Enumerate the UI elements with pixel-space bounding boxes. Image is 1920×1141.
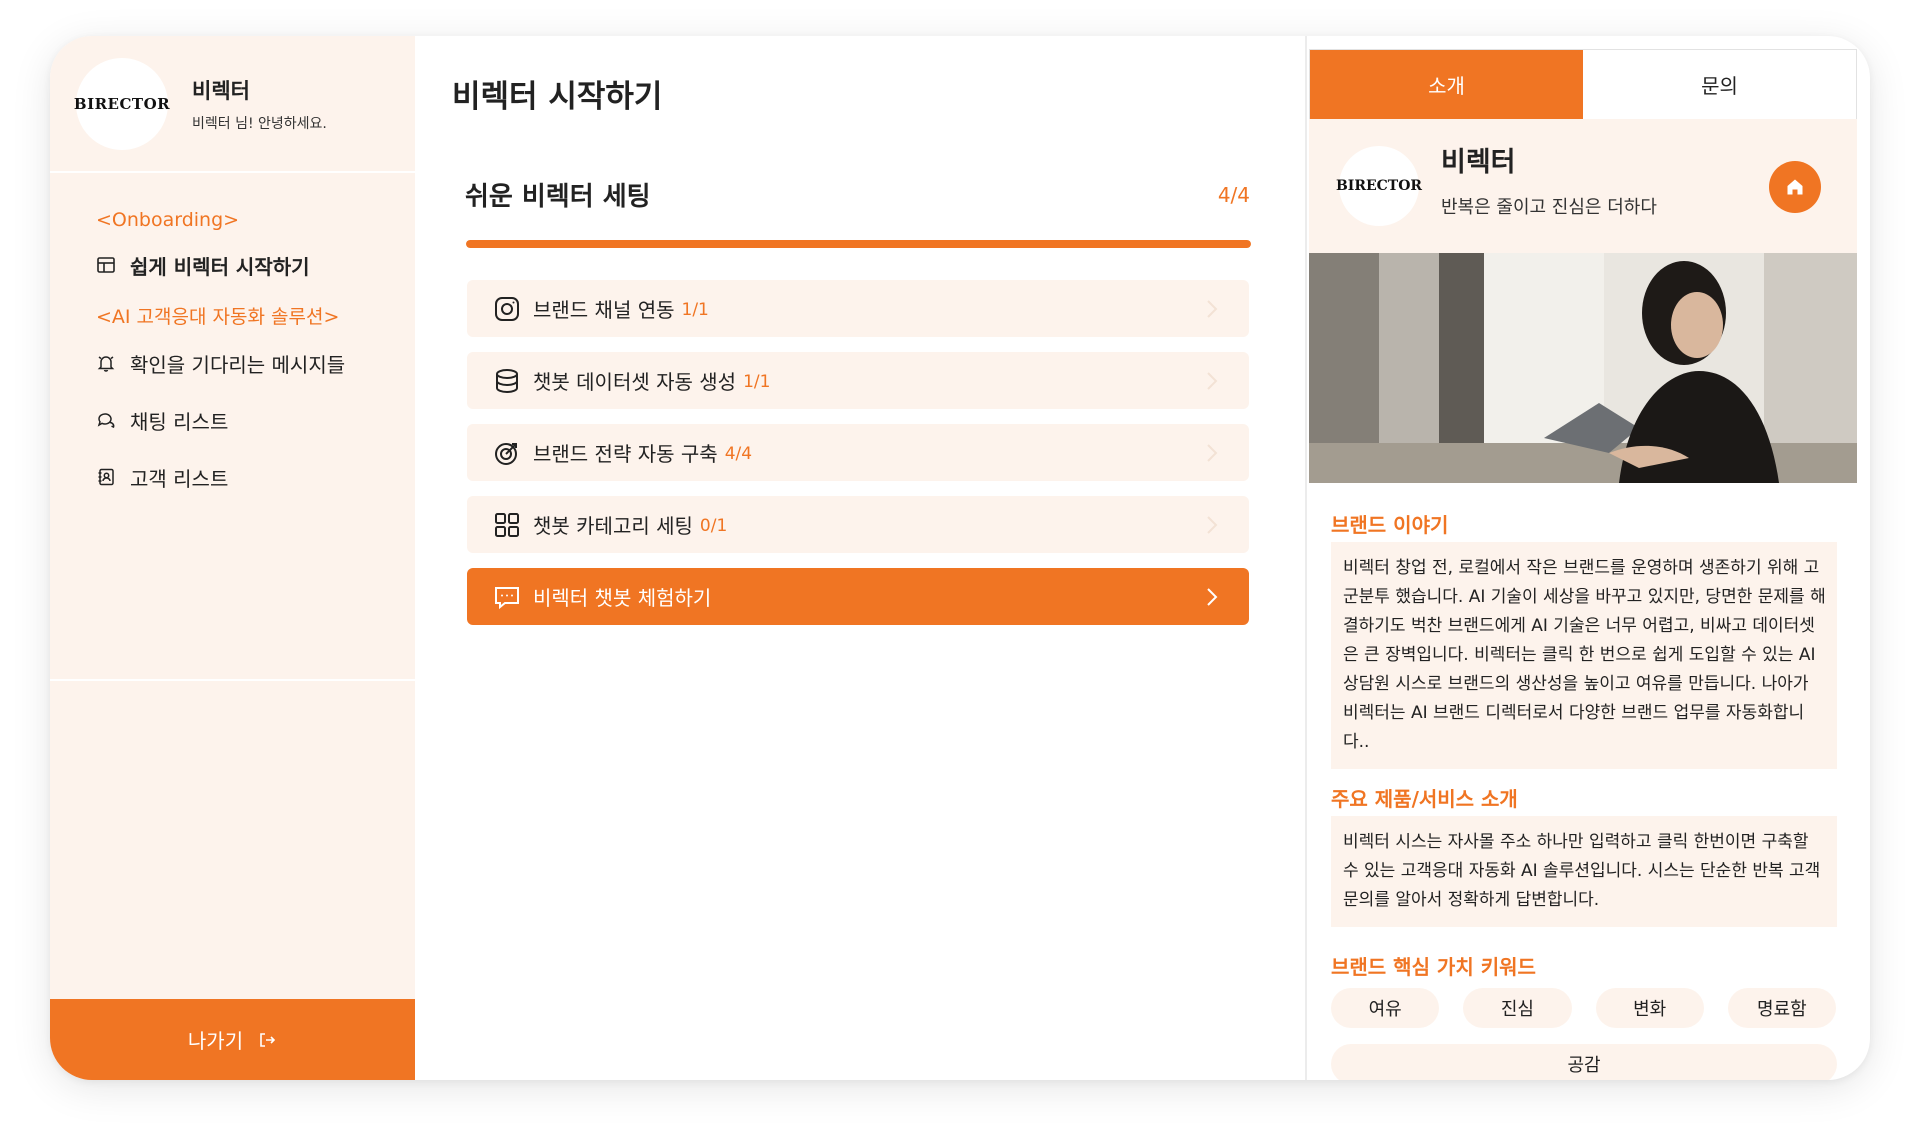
- task-chatbot-dataset[interactable]: 챗봇 데이터셋 자동 생성 1/1: [467, 352, 1249, 409]
- page-title: 비렉터 시작하기: [452, 79, 663, 115]
- task-label: 브랜드 전략 자동 구축: [533, 442, 718, 466]
- app-window: BIRECTOR 비렉터 비렉터 님! 안녕하세요. <Onboarding> …: [50, 36, 1870, 1080]
- task-count: 0/1: [699, 516, 728, 536]
- keywords-title: 브랜드 핵심 가치 키워드: [1331, 955, 1536, 979]
- task-list: 브랜드 채널 연동 1/1 챗봇 데이터셋 자동 생성 1/1 브랜드 전략 자…: [467, 280, 1249, 640]
- sidebar: BIRECTOR 비렉터 비렉터 님! 안녕하세요. <Onboarding> …: [50, 36, 415, 1080]
- setup-progress-bar: [466, 240, 1251, 248]
- progress-fill: [466, 240, 1251, 248]
- story-text: 비렉터 창업 전, 로컬에서 작은 브랜드를 운영하며 생존하기 위해 고군분투…: [1331, 542, 1837, 769]
- product-text: 비렉터 시스는 자사몰 주소 하나만 입력하고 클릭 한번이면 구축할 수 있는…: [1331, 816, 1837, 927]
- task-count: 4/4: [724, 444, 753, 464]
- nav-section-ai-solution: <AI 고객응대 자동화 솔루션>: [96, 306, 340, 328]
- sidebar-item-chat-list[interactable]: 채팅 리스트: [96, 400, 415, 440]
- brand-slogan: 반복은 줄이고 진심은 더하다: [1441, 196, 1657, 218]
- message-icon: [493, 583, 521, 611]
- setup-title: 쉬운 비렉터 세팅: [465, 182, 651, 212]
- home-icon: [1787, 179, 1803, 195]
- chevron-right-icon: [1207, 371, 1218, 390]
- logout-icon: [260, 1032, 276, 1047]
- sidebar-item-start[interactable]: 쉽게 비렉터 시작하기: [96, 245, 415, 285]
- sidebar-item-customer-list[interactable]: 고객 리스트: [96, 457, 415, 497]
- main-content: 비렉터 시작하기 쉬운 비렉터 세팅 4/4 브랜드 채널 연동 1/1 챗봇 …: [415, 36, 1305, 1080]
- brand-name: 비렉터: [1441, 146, 1516, 178]
- brand-photo: [1309, 253, 1857, 483]
- sidebar-item-pending-messages[interactable]: 확인을 기다리는 메시지들: [96, 343, 415, 383]
- keyword-chip: 공감: [1331, 1044, 1837, 1080]
- panel-tabs: 소개 문의: [1309, 49, 1857, 119]
- profile-name: 비렉터: [192, 78, 250, 103]
- chevron-right-icon: [1207, 515, 1218, 534]
- chevron-right-icon: [1207, 587, 1218, 606]
- sidebar-nav: <Onboarding> 쉽게 비렉터 시작하기 <AI 고객응대 자동화 솔루…: [50, 173, 415, 681]
- logout-label: 나가기: [187, 1029, 244, 1053]
- target-icon: [493, 439, 521, 467]
- bell-icon: [96, 353, 116, 373]
- story-title: 브랜드 이야기: [1331, 513, 1449, 537]
- keyword-chip: 여유: [1331, 988, 1440, 1028]
- setup-header: 쉬운 비렉터 세팅 4/4: [465, 176, 1250, 213]
- task-label: 챗봇 카테고리 세팅: [533, 514, 693, 538]
- task-brand-channel[interactable]: 브랜드 채널 연동 1/1: [467, 280, 1249, 337]
- primary-task-label: 비렉터 챗봇 체험하기: [533, 586, 712, 610]
- chevron-right-icon: [1207, 299, 1218, 318]
- sidebar-item-label: 채팅 리스트: [130, 409, 229, 434]
- keyword-chip: 명료함: [1727, 988, 1836, 1028]
- preview-panel: 소개 문의 BIRECTOR 비렉터 반복은 줄이고 진심은 더하다 브랜드 이…: [1305, 36, 1870, 1080]
- setup-count: 4/4: [1217, 182, 1250, 207]
- keyword-chip: 변화: [1595, 988, 1704, 1028]
- grid-icon: [493, 511, 521, 539]
- profile-greeting: 비렉터 님! 안녕하세요.: [192, 115, 327, 132]
- keyword-list: 여유 진심 변화 명료함: [1331, 988, 1836, 1028]
- avatar: BIRECTOR: [74, 57, 170, 150]
- task-label: 챗봇 데이터셋 자동 생성: [533, 370, 737, 394]
- nav-section-onboarding: <Onboarding>: [96, 209, 240, 231]
- tab-intro[interactable]: 소개: [1310, 50, 1583, 119]
- task-chatbot-category[interactable]: 챗봇 카테고리 세팅 0/1: [467, 496, 1249, 553]
- product-title: 주요 제품/서비스 소개: [1331, 787, 1518, 811]
- logout-button[interactable]: 나가기: [50, 999, 415, 1080]
- sidebar-item-label: 쉽게 비렉터 시작하기: [130, 254, 310, 279]
- try-chatbot-button[interactable]: 비렉터 챗봇 체험하기: [467, 568, 1249, 625]
- task-count: 1/1: [743, 372, 771, 392]
- layout-icon: [96, 255, 116, 275]
- profile-card: BIRECTOR 비렉터 비렉터 님! 안녕하세요.: [50, 36, 415, 173]
- sidebar-item-label: 확인을 기다리는 메시지들: [130, 352, 346, 377]
- task-count: 1/1: [681, 300, 709, 320]
- task-brand-strategy[interactable]: 브랜드 전략 자동 구축 4/4: [467, 424, 1249, 481]
- chevron-right-icon: [1207, 443, 1218, 462]
- home-button[interactable]: [1769, 161, 1821, 213]
- brand-logo: BIRECTOR: [1336, 146, 1422, 226]
- sidebar-item-label: 고객 리스트: [130, 466, 229, 491]
- instagram-icon: [493, 295, 521, 323]
- task-label: 브랜드 채널 연동: [533, 298, 675, 322]
- database-icon: [493, 367, 521, 395]
- contact-icon: [96, 467, 116, 487]
- keyword-chip: 진심: [1463, 988, 1572, 1028]
- chat-icon: [96, 410, 116, 430]
- tab-inquiry[interactable]: 문의: [1583, 50, 1856, 119]
- brand-card: BIRECTOR 비렉터 반복은 줄이고 진심은 더하다: [1309, 119, 1857, 253]
